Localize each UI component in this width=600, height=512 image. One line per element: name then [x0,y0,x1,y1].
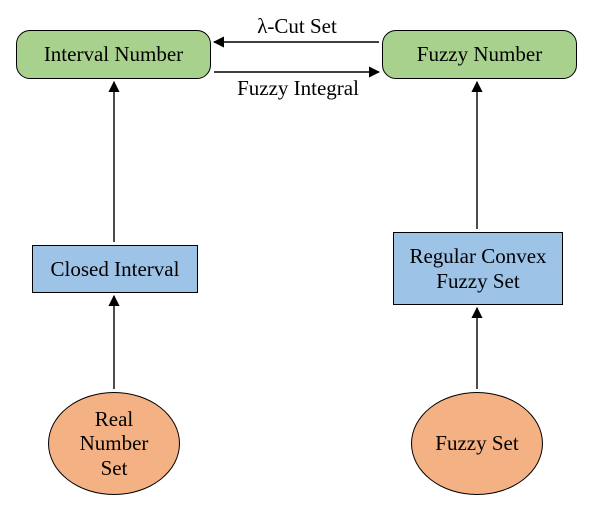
node-label: Regular Convex Fuzzy Set [409,244,546,292]
node-label: Closed Interval [51,257,180,281]
node-label: Interval Number [44,42,183,66]
node-real-number-set: Real Number Set [48,392,180,495]
edge-label-fuzzy-integral: Fuzzy Integral [228,76,368,101]
node-label: Fuzzy Number [417,42,542,66]
node-fuzzy-number: Fuzzy Number [382,30,577,79]
node-label: Real Number Set [80,407,149,479]
node-fuzzy-set: Fuzzy Set [411,392,543,495]
node-label: Fuzzy Set [435,431,518,455]
node-regular-convex-fuzzy-set: Regular Convex Fuzzy Set [393,232,563,305]
diagram-canvas: Interval Number Fuzzy Number λ-Cut Set F… [0,0,600,512]
node-interval-number: Interval Number [16,30,211,79]
edge-label-lambda-cut: λ-Cut Set [244,14,350,39]
node-closed-interval: Closed Interval [32,245,198,293]
